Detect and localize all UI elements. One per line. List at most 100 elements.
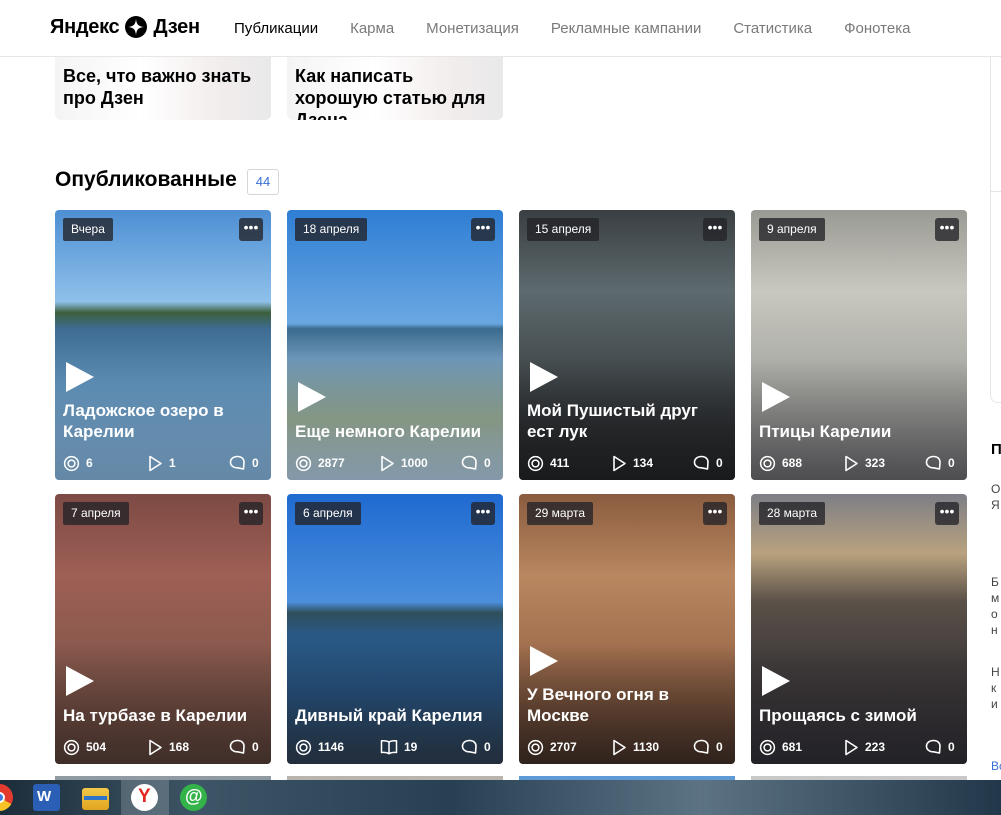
yandex-browser-icon[interactable]: Y (131, 784, 158, 811)
card-stats: 681 223 0 (759, 738, 959, 756)
comments-stat: 0 (461, 454, 491, 472)
zen-star-icon (125, 16, 148, 38)
comments-stat: 0 (693, 454, 723, 472)
card-stats: 411 134 0 (527, 454, 727, 472)
date-badge: 9 апреля (759, 218, 825, 241)
play-count-icon (381, 455, 394, 471)
video-card[interactable]: 9 апреля ••• Птицы Карелии 688 323 0 (751, 210, 967, 480)
views-icon (63, 739, 80, 755)
play-count-icon (613, 455, 626, 471)
views-stat: 504 (63, 738, 106, 756)
date-badge: 18 апреля (295, 218, 368, 241)
nav-publications[interactable]: Публикации (234, 20, 318, 37)
logo-text-yandex: Яндекс (50, 15, 120, 38)
sidebar-text-fragment: Я (991, 498, 1000, 512)
card-title: Ладожское озеро в Карелии (63, 401, 224, 441)
play-count-icon (149, 455, 162, 471)
nav-statistics[interactable]: Статистика (733, 20, 812, 37)
help-card-how-to-write[interactable]: Как написать хорошую статью для Дзена (287, 56, 503, 120)
card-stats: 504 168 0 (63, 738, 263, 756)
sidebar-text-fragment: Б (991, 575, 999, 589)
play-icon[interactable] (530, 646, 558, 676)
sidebar-text-fragment: о (991, 607, 998, 621)
main-nav: Публикации Карма Монетизация Рекламные к… (234, 0, 942, 56)
video-card[interactable]: 7 апреля ••• На турбазе в Карелии 504 16… (55, 494, 271, 764)
sidebar-text-fragment: Н (991, 665, 1000, 679)
reads-stat: 19 (380, 738, 417, 756)
video-card[interactable]: Вчера ••• Ладожское озеро в Карелии 6 1 … (55, 210, 271, 480)
plays-stat: 134 (612, 454, 653, 472)
views-icon (527, 455, 544, 471)
play-count-icon (613, 739, 626, 755)
play-icon[interactable] (530, 362, 558, 392)
nav-sound-library[interactable]: Фонотека (844, 20, 910, 37)
views-stat: 688 (759, 454, 802, 472)
card-stats: 1146 19 0 (295, 738, 495, 756)
plays-stat: 1130 (612, 738, 659, 756)
play-icon[interactable] (298, 382, 326, 412)
comments-icon (461, 455, 477, 470)
more-options-button[interactable]: ••• (471, 218, 495, 241)
card-title: Птицы Карелии (759, 422, 892, 441)
more-options-button[interactable]: ••• (703, 218, 727, 241)
comments-icon (229, 739, 245, 754)
comments-stat: 0 (925, 454, 955, 472)
play-icon[interactable] (66, 362, 94, 392)
more-options-button[interactable]: ••• (239, 218, 263, 241)
more-options-button[interactable]: ••• (935, 218, 959, 241)
video-card[interactable]: 15 апреля ••• Мой Пушистый друг ест лук … (519, 210, 735, 480)
plays-stat: 1 (148, 454, 176, 472)
play-icon[interactable] (66, 666, 94, 696)
sidebar-text-fragment: и (991, 697, 998, 711)
more-options-button[interactable]: ••• (471, 502, 495, 525)
comments-icon (461, 739, 477, 754)
views-icon (295, 455, 312, 471)
more-options-button[interactable]: ••• (703, 502, 727, 525)
comments-stat: 0 (229, 738, 259, 756)
date-badge: 7 апреля (63, 502, 129, 525)
help-card-title: Все, что важно знать про Дзен (63, 66, 252, 108)
card-title: Прощаясь с зимой (759, 706, 917, 725)
published-count-badge[interactable]: 44 (247, 169, 279, 195)
date-badge: 29 марта (527, 502, 594, 525)
date-badge: 6 апреля (295, 502, 361, 525)
sidebar-link-fragment[interactable]: Вс (991, 758, 1001, 774)
views-stat: 411 (527, 454, 569, 472)
sidebar-text-fragment: н (991, 623, 998, 637)
more-options-button[interactable]: ••• (935, 502, 959, 525)
more-options-button[interactable]: ••• (239, 502, 263, 525)
views-icon (527, 739, 544, 755)
mail-ru-agent-icon[interactable]: @ (180, 784, 207, 811)
video-card[interactable]: 29 марта ••• У Вечного огня в Москве 270… (519, 494, 735, 764)
comments-icon (229, 455, 245, 470)
plays-stat: 323 (844, 454, 885, 472)
date-badge: Вчера (63, 218, 113, 241)
windows-taskbar: W Y @ (0, 780, 1001, 815)
views-icon (759, 455, 776, 471)
comments-icon (925, 739, 941, 754)
yandex-zen-logo[interactable]: Яндекс Дзен (50, 14, 200, 40)
comments-stat: 0 (925, 738, 955, 756)
nav-karma[interactable]: Карма (350, 20, 394, 37)
chrome-icon[interactable] (0, 784, 13, 811)
comments-icon (693, 455, 709, 470)
sidebar-text-fragment: м (991, 591, 1000, 605)
logo-text-zen: Дзен (153, 15, 200, 38)
nav-monetization[interactable]: Монетизация (426, 20, 519, 37)
explorer-icon[interactable] (82, 788, 109, 810)
plays-stat: 1000 (380, 454, 428, 472)
video-card[interactable]: 18 апреля ••• Еще немного Карелии 2877 1… (287, 210, 503, 480)
play-icon[interactable] (762, 666, 790, 696)
video-card[interactable]: 6 апреля ••• Дивный край Карелия 1146 19… (287, 494, 503, 764)
nav-ad-campaigns[interactable]: Рекламные кампании (551, 20, 701, 37)
word-icon[interactable]: W (33, 784, 60, 811)
views-stat: 2877 (295, 454, 345, 472)
help-card-about-zen[interactable]: Все, что важно знать про Дзен (55, 56, 271, 120)
card-title: Еще немного Карелии (295, 422, 482, 441)
play-count-icon (845, 455, 858, 471)
comments-stat: 0 (461, 738, 491, 756)
video-card[interactable]: 28 марта ••• Прощаясь с зимой 681 223 0 (751, 494, 967, 764)
views-icon (759, 739, 776, 755)
views-stat: 681 (759, 738, 802, 756)
play-icon[interactable] (762, 382, 790, 412)
